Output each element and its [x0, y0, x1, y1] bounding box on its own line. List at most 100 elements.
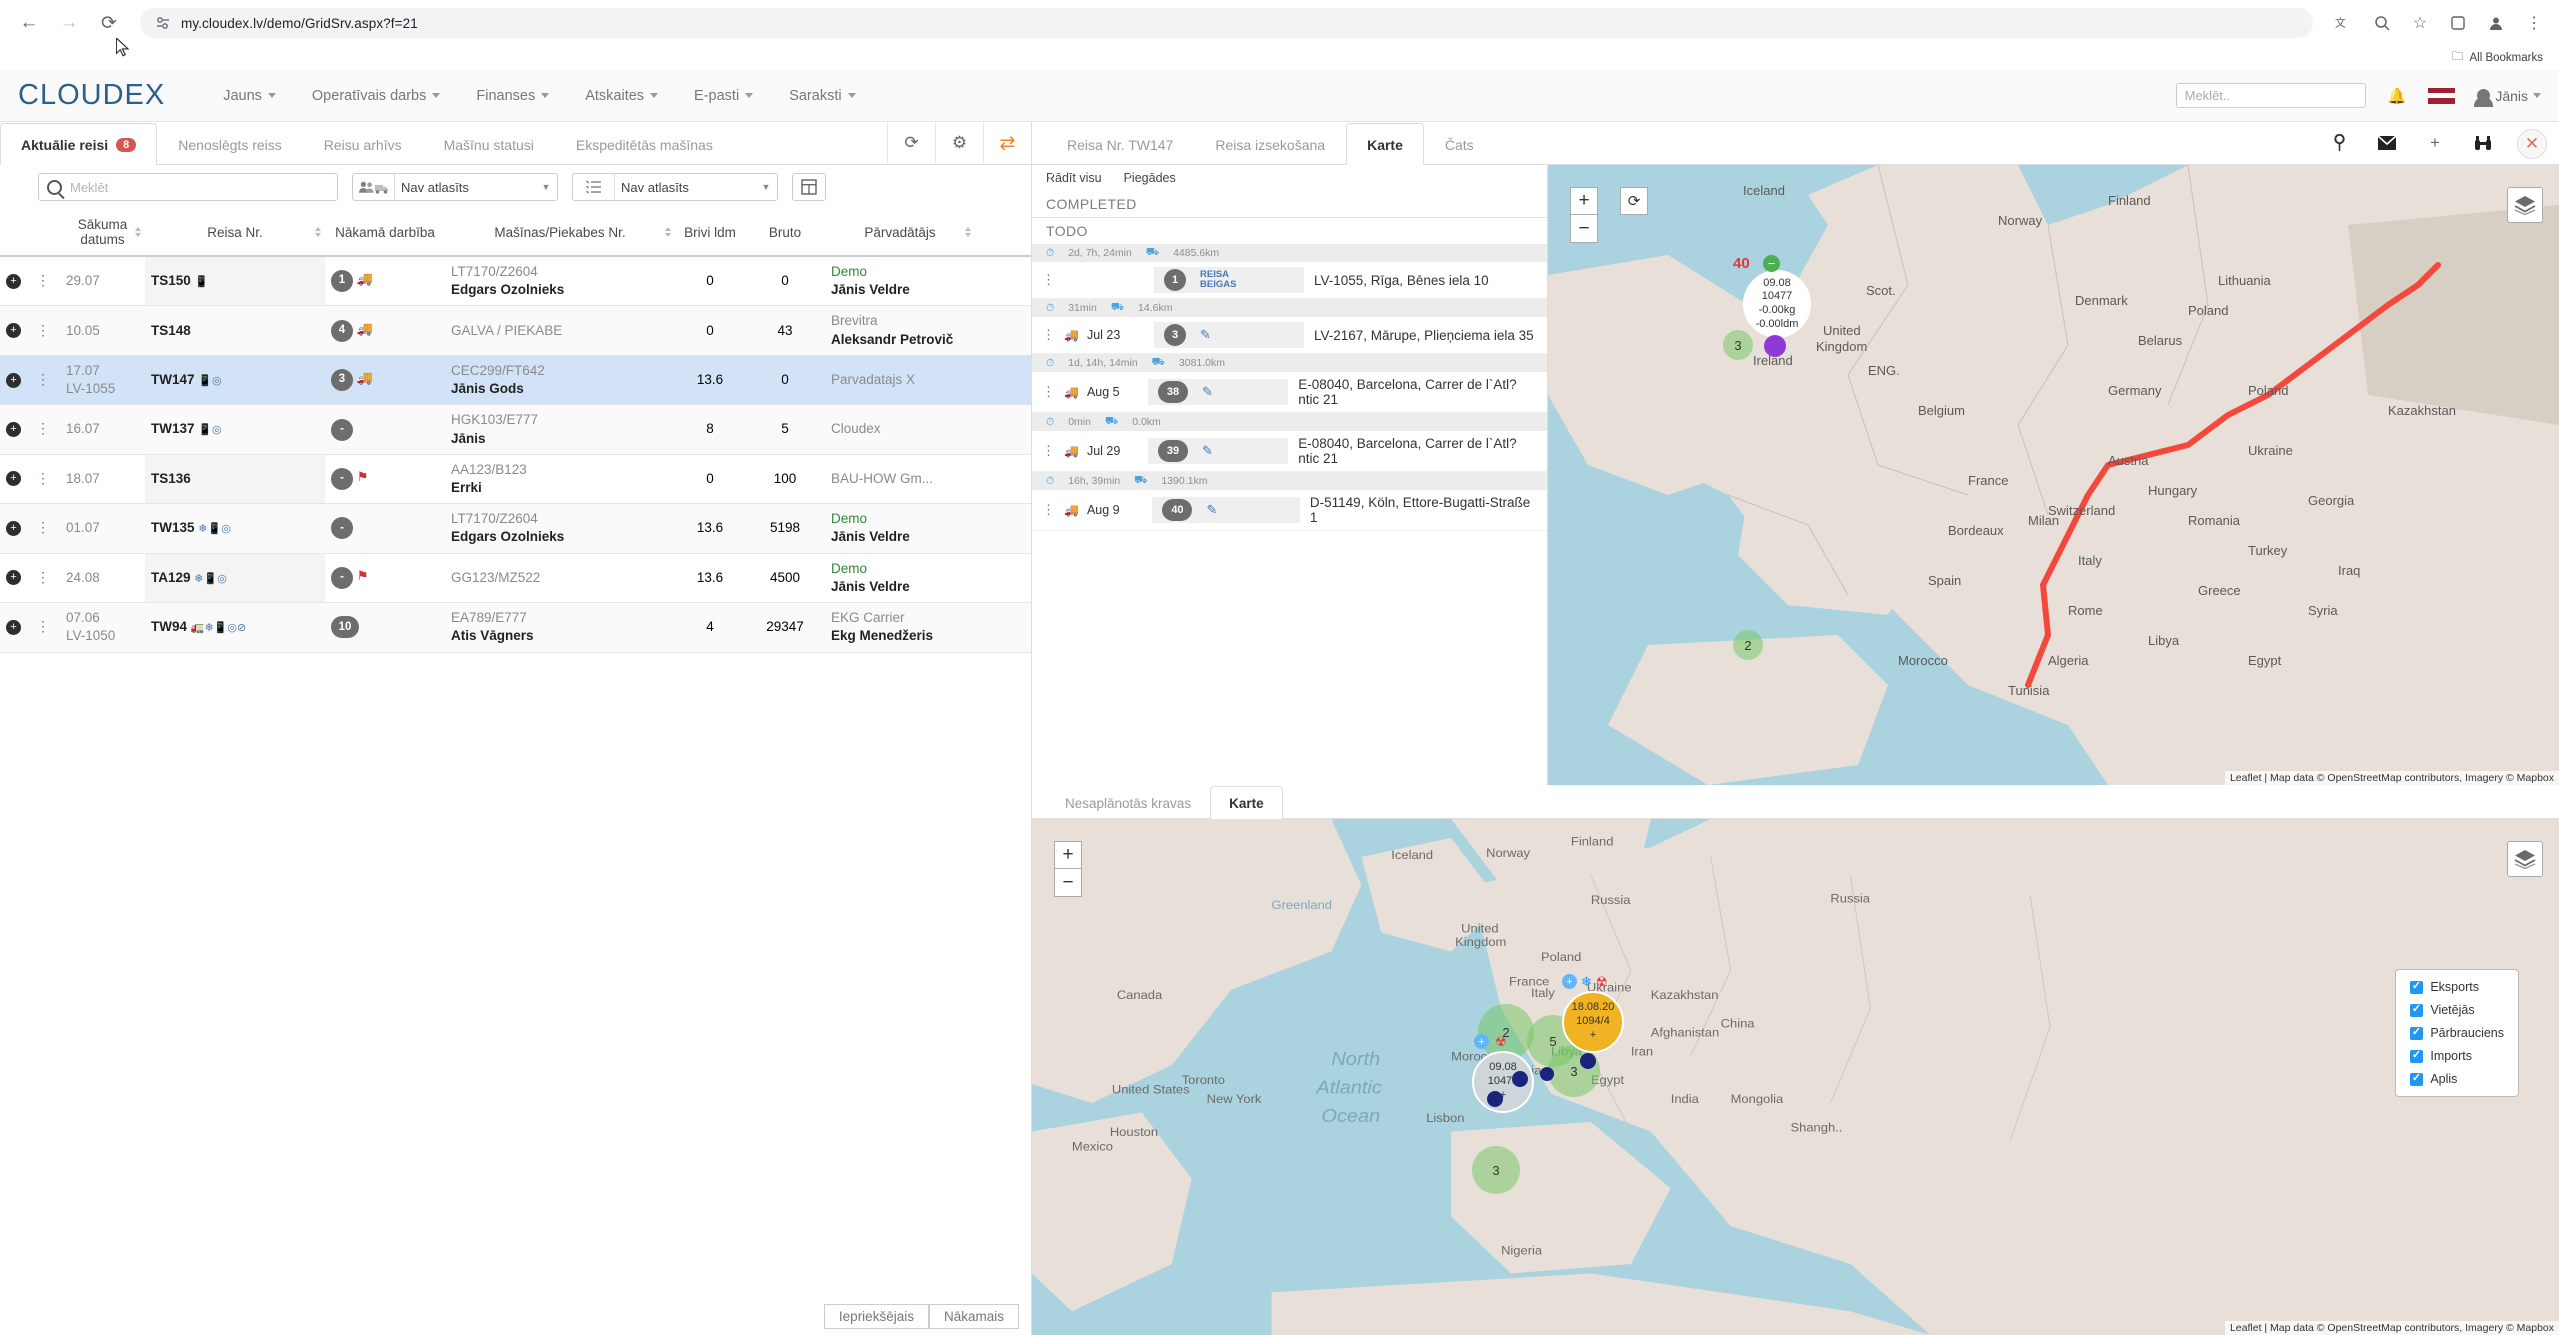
cell-trip-number[interactable]: TW137 📱◎ — [145, 404, 325, 455]
cell-trip-number[interactable]: TS150 📱 — [145, 256, 325, 307]
layers-icon[interactable] — [2507, 187, 2543, 223]
driver-filter-select[interactable]: Nav atlasīts — [395, 174, 535, 200]
all-bookmarks-label[interactable]: All Bookmarks — [2470, 52, 2544, 64]
row-menu-icon[interactable]: ⋮ — [36, 618, 50, 634]
row-expand-cell[interactable]: + — [0, 256, 30, 307]
profile-avatar-icon[interactable] — [2485, 12, 2507, 34]
settings-gear-icon[interactable]: ⚙ — [935, 122, 983, 164]
legend-checkbox[interactable]: Eksports — [2410, 979, 2504, 994]
bookmark-star-icon[interactable]: ☆ — [2409, 12, 2431, 34]
legend-checkbox[interactable]: Pārbrauciens — [2410, 1025, 2504, 1040]
expand-row-icon[interactable]: + — [6, 372, 21, 388]
zoom-out-button[interactable]: − — [1054, 869, 1082, 897]
tab-bottom-karte[interactable]: Karte — [1210, 786, 1283, 819]
row-menu-cell[interactable]: ⋮ — [30, 503, 60, 554]
site-settings-icon[interactable] — [154, 15, 171, 32]
row-expand-cell[interactable]: + — [0, 404, 30, 455]
todo-item[interactable]: ⋮ 1 REISA BEIGAS LV-1055, Rīga, Bēnes iela 1… — [1032, 262, 1547, 299]
todo-item[interactable]: ⋮ 🚚 Aug 5 38 ✎ E-08040, Barcelona, Carrer de … — [1032, 372, 1547, 413]
sort-icon[interactable] — [315, 227, 321, 237]
zoom-in-button[interactable]: + — [1570, 187, 1598, 215]
tab-reisa-izsekosana[interactable]: Reisa izsekošana — [1194, 123, 1346, 165]
list-filter-select[interactable]: Nav atlasīts — [615, 174, 755, 200]
tab-karte[interactable]: Karte — [1346, 123, 1424, 165]
forward-arrow-icon[interactable]: → — [54, 8, 84, 38]
edit-pencil-icon[interactable]: ✎ — [1200, 327, 1211, 343]
address-bar[interactable]: my.cloudex.lv/demo/GridSrv.aspx?f=21 — [140, 8, 2313, 38]
translate-icon[interactable]: 文 — [2333, 12, 2355, 34]
row-menu-cell[interactable]: ⋮ — [30, 355, 60, 406]
user-menu[interactable]: Jānis — [2474, 88, 2541, 107]
col-bruto[interactable]: Bruto — [745, 209, 825, 257]
row-menu-cell[interactable]: ⋮ — [30, 256, 60, 307]
table-row[interactable]: + ⋮ 29.07 TS150 📱 1 🚚 LT7170/Z2604 Edgars Ozol… — [0, 256, 1031, 307]
map-cluster-marker[interactable]: 3 — [1723, 330, 1753, 360]
map-vehicle-marker[interactable] — [1580, 1053, 1596, 1069]
table-row[interactable]: + ⋮ 18.07 TS136 - ⚑ AA123/B123 Errki 0 100 BAU-H… — [0, 454, 1031, 505]
tab-cats[interactable]: Čats — [1424, 123, 1495, 165]
expand-row-icon[interactable]: + — [6, 422, 21, 438]
col-vehicle[interactable]: Mašīnas/Piekabes Nr. — [445, 209, 675, 257]
expand-row-icon[interactable]: + — [6, 520, 21, 536]
tab-reisa-nr[interactable]: Reisa Nr. TW147 — [1046, 123, 1194, 165]
tab-nenolegts-reiss[interactable]: Nenoslēgts reiss — [157, 123, 303, 165]
expand-row-icon[interactable]: + — [6, 570, 21, 586]
map-pin-icon[interactable] — [2315, 122, 2363, 164]
previous-page-button[interactable]: Iepriekšējais — [823, 1304, 929, 1329]
nav-item-saraksti[interactable]: Saraksti — [771, 88, 873, 104]
expand-row-icon[interactable]: + — [6, 471, 21, 487]
swap-arrows-icon[interactable]: ⇄ — [983, 122, 1031, 164]
search-box[interactable] — [38, 173, 338, 201]
legend-checkbox[interactable]: Imports — [2410, 1048, 2504, 1063]
app-logo[interactable]: CLOUDEX — [18, 79, 165, 112]
cell-trip-number[interactable]: TA129 ❄📱◎ — [145, 553, 325, 604]
browser-menu-icon[interactable]: ⋮ — [2523, 12, 2545, 34]
envelope-icon[interactable] — [2363, 122, 2411, 164]
nav-item-atskaites[interactable]: Atskaites — [567, 88, 676, 104]
table-row[interactable]: + ⋮ 24.08 TA129 ❄📱◎ - ⚑ GG123/MZ522 13.6 4500 De… — [0, 553, 1031, 604]
nav-item-finanses[interactable]: Finanses — [458, 88, 567, 104]
sort-icon[interactable] — [135, 227, 141, 237]
extensions-icon[interactable] — [2447, 12, 2469, 34]
row-expand-cell[interactable]: + — [0, 454, 30, 505]
sort-icon[interactable] — [965, 227, 971, 237]
legend-checkbox[interactable]: Vietējās — [2410, 1002, 2504, 1017]
map-cluster-marker[interactable]: 2 — [1733, 630, 1763, 660]
expand-row-icon[interactable]: + — [6, 323, 21, 339]
tab-masinu-statusi[interactable]: Mašīnu statusi — [423, 123, 555, 165]
minus-badge-icon[interactable]: − — [1763, 255, 1780, 272]
row-menu-icon[interactable]: ⋮ — [36, 371, 50, 387]
row-menu-cell[interactable]: ⋮ — [30, 454, 60, 505]
global-search-input[interactable] — [2175, 83, 2366, 108]
cell-trip-number[interactable]: TW94 🚛❄📱◎⊘ — [145, 602, 325, 653]
table-row[interactable]: + ⋮ 10.05 TS148 4 🚚 GALVA / PIEKABE 0 43 Brevit… — [0, 305, 1031, 356]
row-menu-cell[interactable]: ⋮ — [30, 305, 60, 356]
cell-trip-number[interactable]: TS136 — [145, 454, 325, 505]
map-vehicle-marker[interactable] — [1540, 1067, 1554, 1081]
deliveries-checkbox[interactable]: Piegādes — [1124, 171, 1176, 185]
close-panel-button[interactable]: ✕ — [2517, 129, 2547, 159]
search-input[interactable] — [70, 179, 329, 195]
overview-map[interactable]: Iceland Norway Finland Russia Russia Uni… — [1032, 819, 2559, 1335]
cell-trip-number[interactable]: TW147 📱◎ — [145, 355, 325, 406]
tab-aktualie-reisi[interactable]: Aktuālie reisi 8 — [0, 123, 158, 165]
edit-pencil-icon[interactable]: ✎ — [1202, 443, 1213, 459]
map-zoom-controls[interactable]: + − — [1054, 841, 1082, 897]
back-arrow-icon[interactable]: ← — [14, 8, 44, 38]
zoom-in-button[interactable]: + — [1054, 841, 1082, 869]
row-expand-cell[interactable]: + — [0, 355, 30, 406]
row-expand-cell[interactable]: + — [0, 305, 30, 356]
row-menu-icon[interactable]: ⋮ — [36, 322, 50, 338]
map-popup-bubble[interactable]: 09.08 10477 -0.00kg -0.00ldm — [1743, 270, 1811, 338]
tab-reisu-arhivs[interactable]: Reisu arhīvs — [303, 123, 423, 165]
row-menu-icon[interactable]: ⋮ — [36, 470, 50, 486]
todo-item-menu-icon[interactable]: ⋮ — [1042, 503, 1055, 516]
row-menu-icon[interactable]: ⋮ — [36, 519, 50, 535]
row-menu-cell[interactable]: ⋮ — [30, 404, 60, 455]
todo-item[interactable]: ⋮ 🚚 Jul 29 39 ✎ E-08040, Barcelona, Carrer de… — [1032, 431, 1547, 472]
row-expand-cell[interactable]: + — [0, 553, 30, 604]
col-carrier[interactable]: Pārvadātājs — [825, 209, 975, 257]
row-menu-icon[interactable]: ⋮ — [36, 272, 50, 288]
row-menu-icon[interactable]: ⋮ — [36, 420, 50, 436]
row-expand-cell[interactable]: + — [0, 602, 30, 653]
